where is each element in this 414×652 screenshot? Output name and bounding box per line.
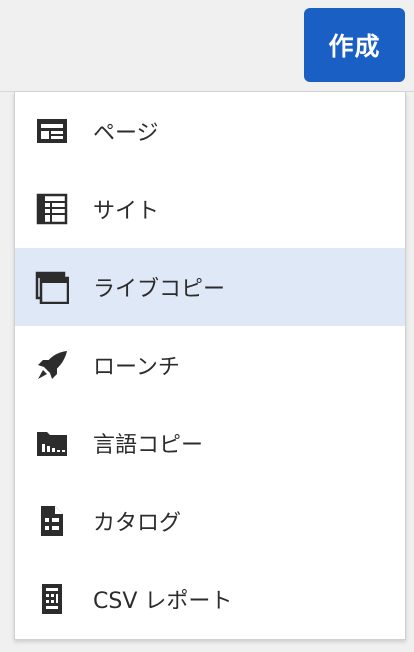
launch-icon [35, 348, 69, 382]
catalog-icon [35, 504, 69, 538]
menu-item-label: 言語コピー [93, 433, 204, 458]
menu-item-label: CSV レポート [93, 589, 233, 614]
menu-item-label: ライブコピー [93, 277, 226, 302]
menu-item-language-copy[interactable]: 言語コピー [15, 404, 405, 482]
csv-report-icon [35, 582, 69, 616]
menu-item-label: カタログ [93, 511, 182, 536]
menu-item-catalog[interactable]: カタログ [15, 482, 405, 560]
top-bar: 作成 [0, 0, 414, 92]
menu-item-label: ローンチ [93, 355, 180, 380]
page-icon [35, 114, 69, 148]
menu-item-page[interactable]: ページ [15, 92, 405, 170]
language-copy-icon [35, 426, 69, 460]
menu-item-label: サイト [93, 199, 160, 224]
menu-item-label: ページ [93, 121, 159, 146]
create-menu: ページ サイト ライブコピー ローンチ 言語コピー カタログ CSV レポート [14, 92, 406, 640]
menu-item-site[interactable]: サイト [15, 170, 405, 248]
menu-item-csv-report[interactable]: CSV レポート [15, 560, 405, 638]
live-copy-icon [35, 270, 69, 304]
menu-item-launch[interactable]: ローンチ [15, 326, 405, 404]
site-icon [35, 192, 69, 226]
menu-item-live-copy[interactable]: ライブコピー [15, 248, 405, 326]
create-button[interactable]: 作成 [304, 8, 405, 82]
